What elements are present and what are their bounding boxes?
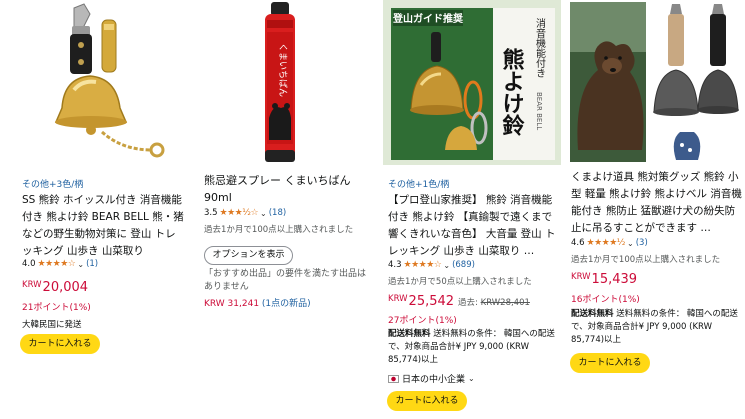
points: 16ポイント(1%): [571, 295, 640, 305]
product-card-3: 登山ガイド推奨 熊よけ鈴 消音機能付き BEAR BELL その他+1色/柄 【…: [383, 0, 563, 419]
chevron-down-icon[interactable]: ⌄: [77, 260, 84, 269]
price-currency: KRW: [571, 272, 591, 282]
chevron-down-icon[interactable]: ⌄: [260, 209, 267, 218]
review-count-link[interactable]: (689): [452, 260, 475, 270]
new-offers-link[interactable]: (1点の新品): [262, 299, 311, 309]
product-image-3[interactable]: 登山ガイド推奨 熊よけ鈴 消音機能付き BEAR BELL: [383, 0, 561, 165]
free-shipping-label: 配送料無料: [388, 329, 431, 339]
product-card-1: その他+3色/柄 SS 熊鈴 ホイッスル付き 消音機能付き 熊よけ鈴 BEAR …: [0, 0, 187, 419]
points: 21ポイント(1%): [22, 303, 91, 313]
star-rating-icon[interactable]: ★★★★½: [587, 238, 626, 248]
see-options-button[interactable]: オプションを表示: [204, 246, 293, 265]
chevron-down-icon[interactable]: ⌄: [468, 374, 475, 383]
rating-value: 4.6: [571, 238, 585, 248]
free-shipping-label: 配送料無料: [571, 309, 614, 319]
review-count-link[interactable]: (18): [269, 208, 286, 218]
price-value: 25,542: [408, 294, 455, 309]
product-title-link[interactable]: SS 熊鈴 ホイッスル付き 消音機能付き 熊よけ鈴 BEAR BELL 熊・猪な…: [22, 192, 186, 260]
review-count-link[interactable]: (1): [86, 259, 98, 269]
shipping-info: 配送料無料 送料無料の条件： 韓国への配送で、対象商品合計¥ JPY 9,000…: [571, 308, 743, 347]
svg-text:くまいちばん: くまいちばん: [277, 43, 288, 97]
rating-value: 4.3: [388, 260, 402, 270]
image-title-text: 熊よけ鈴: [499, 47, 525, 137]
product-title-link[interactable]: 【プロ登山家推奨】 熊鈴 消音機能付き 熊よけ鈴 【真鍮製で遠くまで響くきれいな…: [388, 192, 560, 260]
seller-badge[interactable]: 日本の中小企業 ⌄: [388, 372, 563, 385]
price-value: 20,004: [42, 280, 89, 295]
price-currency: KRW: [22, 280, 42, 290]
list-price: 過去: KRW28,401: [458, 296, 530, 308]
price[interactable]: KRW 15,439: [571, 272, 745, 287]
product-card-2: くまいちばん 熊忌避スプレー くまいちばん 90ml 3.5 ★★★½☆ ⌄ (…: [195, 0, 377, 419]
other-offers-price: KRW 31,241: [204, 299, 260, 309]
variant-link[interactable]: その他+3色/柄: [22, 177, 187, 190]
featured-offer-note: 「おすすめ出品」の要件を満たす出品はありません: [204, 269, 367, 292]
shipping-note: 大韓民国に発送: [22, 320, 82, 330]
points: 27ポイント(1%): [388, 316, 457, 326]
variant-link[interactable]: その他+1色/柄: [388, 177, 563, 190]
product-card-4: くまよけ道具 熊対策グッズ 熊鈴 小型 軽量 熊よけ鈴 熊よけベル 消音機能付き…: [568, 0, 745, 419]
japan-flag-icon: [388, 374, 399, 383]
bought-count: 過去1か月で100点以上購入されました: [204, 225, 354, 235]
add-to-cart-button[interactable]: カートに入れる: [570, 353, 650, 373]
product-image-2[interactable]: くまいちばん: [195, 0, 375, 165]
bought-count: 過去1か月で50点以上購入されました: [388, 277, 532, 287]
price[interactable]: KRW 20,004: [22, 280, 187, 295]
product-image-1[interactable]: [12, 0, 187, 165]
rating-row: 4.6 ★★★★½ ⌄ (3): [571, 238, 745, 248]
product-image-4[interactable]: [568, 0, 744, 165]
star-rating-icon[interactable]: ★★★★☆: [404, 260, 442, 270]
seller-badge-label: 日本の中小企業: [402, 375, 466, 385]
add-to-cart-button[interactable]: カートに入れる: [20, 334, 100, 354]
list-price-value: KRW28,401: [480, 298, 530, 308]
image-sub-text: 消音機能付き: [534, 17, 546, 78]
product-title-link[interactable]: くまよけ道具 熊対策グッズ 熊鈴 小型 軽量 熊よけ鈴 熊よけベル 消音機能付き…: [571, 169, 743, 237]
list-price-label: 過去:: [458, 298, 478, 308]
chevron-down-icon[interactable]: ⌄: [627, 239, 634, 248]
bought-count: 過去1か月で100点以上購入されました: [571, 255, 721, 265]
price-currency: KRW: [388, 294, 408, 304]
rating-row: 4.3 ★★★★☆ ⌄ (689): [388, 260, 563, 270]
product-title-link[interactable]: 熊忌避スプレー くまいちばん 90ml: [204, 172, 374, 206]
shipping-info: 配送料無料 送料無料の条件： 韓国への配送で、対象商品合計¥ JPY 9,000…: [388, 328, 560, 367]
star-rating-icon[interactable]: ★★★★☆: [38, 259, 76, 269]
image-brand-text: BEAR BELL: [535, 92, 543, 130]
chevron-down-icon[interactable]: ⌄: [443, 261, 450, 270]
star-rating-icon[interactable]: ★★★½☆: [220, 208, 259, 218]
rating-row: 3.5 ★★★½☆ ⌄ (18): [204, 208, 377, 218]
price[interactable]: KRW 25,542 過去: KRW28,401: [388, 294, 563, 309]
rating-value: 3.5: [204, 208, 218, 218]
review-count-link[interactable]: (3): [636, 238, 648, 248]
rating-value: 4.0: [22, 259, 36, 269]
image-banner-text: 登山ガイド推奨: [392, 12, 464, 25]
rating-row: 4.0 ★★★★☆ ⌄ (1): [22, 259, 187, 269]
add-to-cart-button[interactable]: カートに入れる: [387, 391, 467, 411]
other-offers: KRW 31,241 (1点の新品): [204, 296, 377, 309]
price-value: 15,439: [591, 272, 638, 287]
